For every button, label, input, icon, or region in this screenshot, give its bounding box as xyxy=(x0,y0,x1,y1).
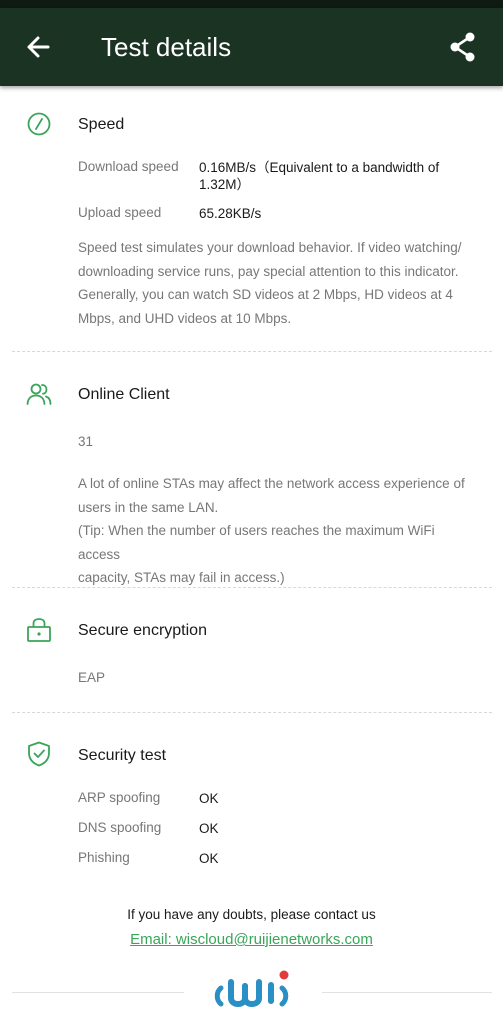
phishing-value: OK xyxy=(199,851,219,866)
section-divider xyxy=(12,587,492,588)
dns-spoofing-value: OK xyxy=(199,821,219,836)
contact-text: If you have any doubts, please contact u… xyxy=(127,907,376,922)
download-speed-label: Download speed xyxy=(78,159,179,174)
dns-spoofing-label: DNS spoofing xyxy=(78,820,162,835)
shield-check-icon xyxy=(28,741,50,767)
upload-speed-value: 65.28KB/s xyxy=(199,206,262,221)
status-bar xyxy=(0,0,503,8)
online-client-count: 31 xyxy=(78,434,94,449)
online-client-description: A lot of online STAs may affect the netw… xyxy=(78,472,478,590)
phishing-label: Phishing xyxy=(78,850,130,865)
arrow-left-icon xyxy=(27,36,50,58)
section-divider xyxy=(12,712,492,713)
arp-spoofing-value: OK xyxy=(199,791,219,806)
online-client-title: Online Client xyxy=(78,386,170,403)
download-speed-value-line1: 0.16MB/s（Equivalent to a bandwidth of xyxy=(199,160,440,175)
security-test-title: Security test xyxy=(78,747,167,764)
speed-description-line: downloading service runs, pay special at… xyxy=(78,263,459,279)
contact-email-link[interactable]: Email: wiscloud@ruijienetworks.com xyxy=(0,931,503,948)
online-client-description-line: users in the same LAN. xyxy=(78,499,219,515)
page-title: Test details xyxy=(101,32,232,62)
section-divider xyxy=(12,351,492,352)
users-icon xyxy=(26,383,52,405)
speed-description-line: Generally, you can watch SD videos at 2 … xyxy=(78,287,453,302)
wiscloud-logo-icon xyxy=(214,970,289,1007)
share-button[interactable] xyxy=(446,30,480,64)
speed-description: Speed test simulates your download behav… xyxy=(78,236,478,330)
speed-title: Speed xyxy=(78,116,125,133)
download-speed-value-line2: 1.32M） xyxy=(199,177,251,192)
online-client-description-line: A lot of online STAs may affect the netw… xyxy=(78,476,465,491)
online-client-description-line: capacity, STAs may fail in access.) xyxy=(78,570,285,585)
online-client-description-line: (Tip: When the number of users reaches t… xyxy=(78,523,435,562)
arp-spoofing-label: ARP spoofing xyxy=(78,790,161,805)
upload-speed-label: Upload speed xyxy=(78,205,162,220)
speedometer-icon xyxy=(27,112,51,136)
back-button[interactable] xyxy=(22,30,56,64)
app-bar: Test details xyxy=(0,8,503,86)
footer-divider-left xyxy=(12,992,184,993)
speed-description-line: Mbps, and UHD videos at 10 Mbps. xyxy=(78,310,292,326)
share-icon xyxy=(450,32,475,62)
encryption-type-value: EAP xyxy=(78,670,106,685)
lock-icon xyxy=(27,618,51,642)
footer-divider-right xyxy=(322,992,492,993)
secure-encryption-title: Secure encryption xyxy=(78,622,207,639)
speed-description-line: Speed test simulates your download behav… xyxy=(78,240,462,255)
